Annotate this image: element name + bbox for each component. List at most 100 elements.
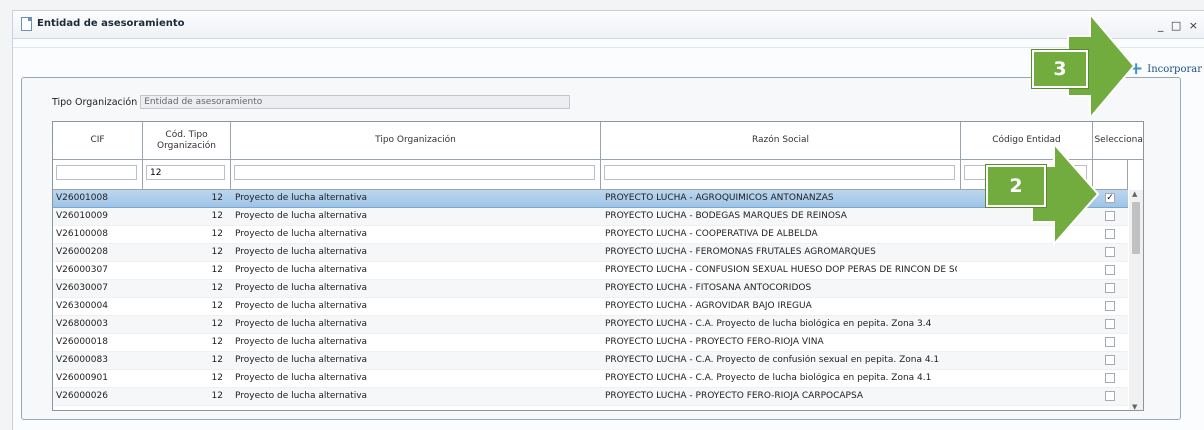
cell-cod-tipo: 12 <box>211 337 223 347</box>
select-checkbox[interactable] <box>1105 337 1115 347</box>
column-header-cod-tipo[interactable]: Cód. Tipo Organización <box>143 122 231 159</box>
scroll-up-icon[interactable]: ▲ <box>1132 190 1137 198</box>
cell-tipo-organizacion: Proyecto de lucha alternativa <box>235 229 368 239</box>
cell-cod-tipo: 12 <box>211 391 223 401</box>
cell-razon-social: PROYECTO LUCHA - C.A. Proyecto de confus… <box>605 355 940 365</box>
maximize-icon[interactable]: □ <box>1171 19 1183 32</box>
cell-razon-social: PROYECTO LUCHA - C.A. Proyecto de lucha … <box>605 373 932 383</box>
cell-tipo-organizacion: Proyecto de lucha alternativa <box>235 373 368 383</box>
dialog-window: Entidad de asesoramiento _ □ × + Incorpo… <box>12 10 1204 430</box>
cell-tipo-organizacion: Proyecto de lucha alternativa <box>235 319 368 329</box>
cell-cod-tipo: 12 <box>211 373 223 383</box>
cell-razon-social: PROYECTO LUCHA - FITOSANA ANTOCÓRIDOS <box>605 283 812 293</box>
cell-cif: V26300004 <box>56 301 108 311</box>
cell-razon-social: PROYECTO LUCHA - CONFUSION SEXUAL HUESO … <box>605 265 957 275</box>
cell-razon-social: PROYECTO LUCHA - PROYECTO FERO-RIOJA CAR… <box>605 391 864 401</box>
cell-razon-social: PROYECTO LUCHA - AGROVIDAR BAJO IREGUA <box>605 301 812 311</box>
cell-razon-social: PROYECTO LUCHA - C.A. Proyecto de lucha … <box>605 319 932 329</box>
incorporar-label: Incorporar <box>1147 63 1202 75</box>
scroll-thumb[interactable] <box>1132 202 1140 254</box>
cell-cod-tipo: 12 <box>211 265 223 275</box>
table-row[interactable]: V26030007 12 Proyecto de lucha alternativa… <box>53 280 1128 298</box>
cell-cod-tipo: 12 <box>211 229 223 239</box>
cell-cod-tipo: 12 <box>211 319 223 329</box>
select-checkbox[interactable] <box>1105 373 1115 383</box>
filter-cell-razon <box>601 160 961 189</box>
cell-cod-tipo: 12 <box>211 193 223 203</box>
cell-tipo-organizacion: Proyecto de lucha alternativa <box>235 283 368 293</box>
cell-tipo-organizacion: Proyecto de lucha alternativa <box>235 265 368 275</box>
column-header-cif[interactable]: CIF <box>53 122 143 159</box>
cell-tipo-organizacion: Proyecto de lucha alternativa <box>235 211 368 221</box>
cell-cif: V26800003 <box>56 319 108 329</box>
select-checkbox[interactable] <box>1105 283 1115 293</box>
callout-3: 3 <box>1032 50 1088 88</box>
filter-cell-tipo <box>231 160 601 189</box>
select-checkbox[interactable] <box>1105 355 1115 365</box>
select-checkbox[interactable] <box>1105 247 1115 257</box>
select-checkbox[interactable] <box>1105 301 1115 311</box>
table-row[interactable]: V26000018 12 Proyecto de lucha alternativa… <box>53 334 1128 352</box>
table-row[interactable]: V26000026 12 Proyecto de lucha alternativa… <box>53 388 1128 406</box>
table-row[interactable]: V26000901 12 Proyecto de lucha alternativa… <box>53 370 1128 388</box>
column-header-tipo-organizacion[interactable]: Tipo Organización <box>231 122 601 159</box>
cell-cif: V26100008 <box>56 229 108 239</box>
cell-cif: V26010009 <box>56 211 108 221</box>
cell-tipo-organizacion: Proyecto de lucha alternativa <box>235 337 368 347</box>
cell-cod-tipo: 12 <box>211 355 223 365</box>
cell-tipo-organizacion: Proyecto de lucha alternativa <box>235 355 368 365</box>
title-bar: Entidad de asesoramiento _ □ × <box>13 11 1204 39</box>
window-title: Entidad de asesoramiento <box>37 18 185 29</box>
cell-tipo-organizacion: Proyecto de lucha alternativa <box>235 247 368 257</box>
cell-cif: V26000018 <box>56 337 108 347</box>
cell-razon-social: PROYECTO LUCHA - PROYECTO FERO-RIOJA VIÑ… <box>605 337 824 347</box>
table-row[interactable]: V26100008 12 Proyecto de lucha alternativa… <box>53 226 1128 244</box>
table-row[interactable]: V26300004 12 Proyecto de lucha alternativa… <box>53 298 1128 316</box>
cell-cif: V26000307 <box>56 265 108 275</box>
table-row[interactable]: V26000307 12 Proyecto de lucha alternativa… <box>53 262 1128 280</box>
select-checkbox[interactable]: ✓ <box>1105 193 1115 203</box>
organizations-grid: CIF Cód. Tipo Organización Tipo Organiza… <box>52 121 1144 411</box>
select-checkbox[interactable] <box>1105 265 1115 275</box>
cell-tipo-organizacion: Proyecto de lucha alternativa <box>235 301 368 311</box>
table-row[interactable]: V26800003 12 Proyecto de lucha alternativa… <box>53 316 1128 334</box>
table-row[interactable]: V26010009 12 Proyecto de lucha alternativa… <box>53 208 1128 226</box>
cell-cif: V26030007 <box>56 283 108 293</box>
cod-tipo-filter-input[interactable] <box>146 165 225 180</box>
select-checkbox[interactable] <box>1105 229 1115 239</box>
column-header-seleccionar[interactable]: Seleccionar <box>1093 122 1143 159</box>
minimize-icon[interactable]: _ <box>1158 19 1166 32</box>
incorporar-button[interactable]: + Incorporar <box>1129 61 1202 78</box>
cell-razon-social: PROYECTO LUCHA - BODEGAS MARQUÉS DE REIN… <box>605 211 847 221</box>
table-row[interactable]: V26001008 12 Proyecto de lucha alternativa… <box>53 190 1128 208</box>
cell-tipo-organizacion: Proyecto de lucha alternativa <box>235 391 368 401</box>
cif-filter-input[interactable] <box>56 165 137 180</box>
tipo-organizacion-field <box>140 95 571 109</box>
close-icon[interactable]: × <box>1189 19 1200 32</box>
cell-cod-tipo: 12 <box>211 247 223 257</box>
cell-cif: V26000208 <box>56 247 108 257</box>
select-checkbox[interactable] <box>1105 211 1115 221</box>
filter-cell-cod-tipo <box>143 160 231 189</box>
selection-panel: Tipo Organización CIF Cód. Tipo Organiza… <box>21 77 1181 420</box>
table-row[interactable]: V26000208 12 Proyecto de lucha alternativa… <box>53 244 1128 262</box>
filter-label: Tipo Organización <box>52 96 138 108</box>
select-checkbox[interactable] <box>1105 391 1115 401</box>
cell-tipo-organizacion: Proyecto de lucha alternativa <box>235 193 368 203</box>
tipo-organizacion-filter: Tipo Organización <box>52 95 571 109</box>
table-row[interactable]: V26000083 12 Proyecto de lucha alternativa… <box>53 352 1128 370</box>
vertical-scrollbar[interactable]: ▲ ▼ <box>1129 190 1143 410</box>
cell-razon-social: PROYECTO LUCHA - FEROMONAS FRUTALES AGRO… <box>605 247 876 257</box>
window-controls: _ □ × <box>1158 19 1200 32</box>
cell-cif: V26000026 <box>56 391 108 401</box>
scroll-down-icon[interactable]: ▼ <box>1132 403 1137 410</box>
tipo-filter-input[interactable] <box>234 165 595 180</box>
toolbar-divider <box>13 47 1204 48</box>
cell-cif: V26000901 <box>56 373 108 383</box>
column-header-razon-social[interactable]: Razón Social <box>601 122 961 159</box>
cell-cod-tipo: 12 <box>211 211 223 221</box>
cell-cif: V26000083 <box>56 355 108 365</box>
select-checkbox[interactable] <box>1105 319 1115 329</box>
grid-rows: V26001008 12 Proyecto de lucha alternativa… <box>53 190 1128 406</box>
razon-social-filter-input[interactable] <box>604 165 955 180</box>
